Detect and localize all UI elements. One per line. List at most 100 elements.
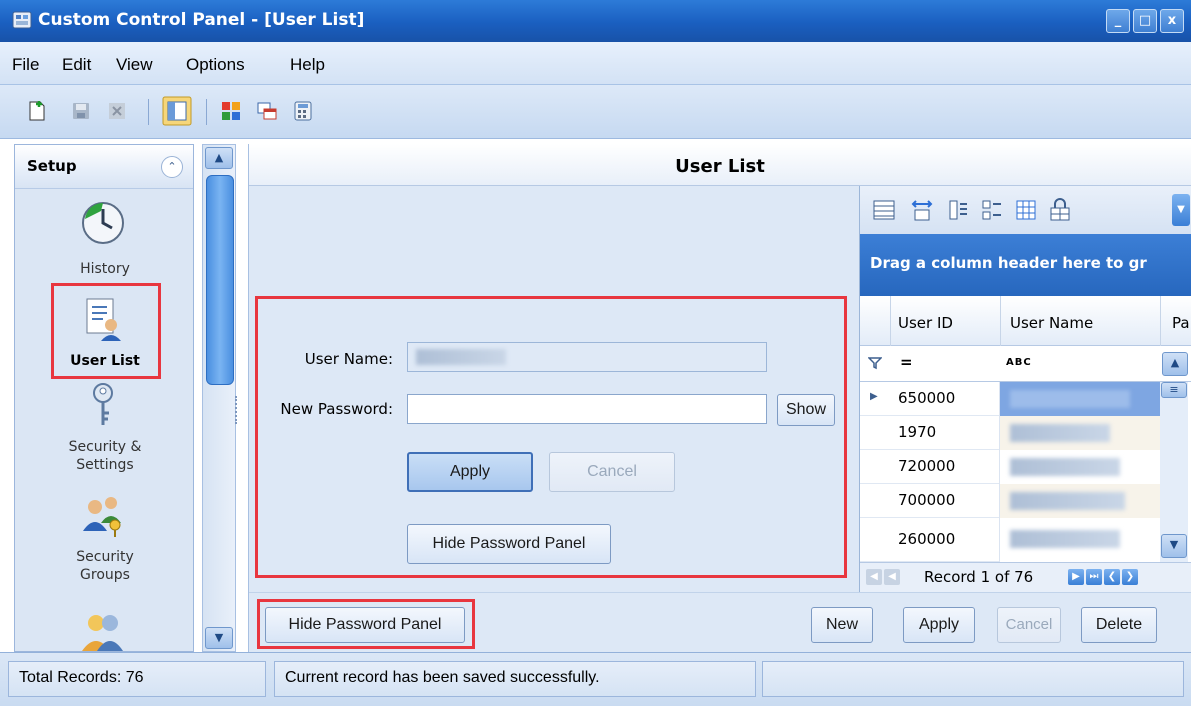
new-button[interactable]: New <box>811 607 873 643</box>
table-icon[interactable] <box>1014 198 1038 222</box>
main-panel: User List User Name: New Password: Show … <box>235 144 1191 652</box>
total-records-status: Total Records: 76 <box>8 661 266 697</box>
column-header-user-name[interactable]: User Name <box>1010 314 1093 332</box>
calculator-icon[interactable] <box>292 100 314 122</box>
last-record-icon[interactable]: ⏭ <box>1086 569 1102 585</box>
redacted-user-name <box>1010 492 1125 510</box>
nav-header: Setup ⌃ <box>15 145 193 189</box>
hide-password-panel-inner-button[interactable]: Hide Password Panel <box>407 524 611 564</box>
table-row[interactable]: 1970 <box>860 416 1160 450</box>
hide-password-panel-button[interactable]: Hide Password Panel <box>265 607 465 643</box>
scroll-left-icon[interactable]: ❮ <box>1104 569 1120 585</box>
abc-icon: ABC <box>1006 357 1032 368</box>
grid-view-icon[interactable] <box>872 198 896 222</box>
window-title: Custom Control Panel - [User List] <box>38 10 365 30</box>
cell-user-name <box>1000 416 1160 450</box>
apply-button[interactable]: Apply <box>903 607 975 643</box>
toolbar <box>0 85 1191 139</box>
toolbar-separator <box>148 99 149 125</box>
extra-status <box>762 661 1184 697</box>
collapse-icon[interactable]: ⌃ <box>161 156 183 178</box>
users-icon <box>82 615 123 651</box>
cell-user-id: 260000 <box>890 518 1000 562</box>
grid-scroll-up-icon[interactable]: ▲ <box>1162 352 1188 376</box>
group-by-hint: Drag a column header here to gr <box>870 254 1147 272</box>
header-divider <box>890 296 891 346</box>
filter-icon[interactable] <box>868 356 882 370</box>
filter-equals-operator[interactable]: = <box>900 353 913 371</box>
users-key-icon <box>83 497 121 537</box>
menu-help[interactable]: Help <box>290 55 325 75</box>
windows-icon[interactable] <box>256 100 278 122</box>
column-header-user-id[interactable]: User ID <box>898 314 953 332</box>
cancel-button[interactable]: Cancel <box>997 607 1061 643</box>
key-icon <box>93 383 113 425</box>
cell-user-id: 700000 <box>890 484 1000 518</box>
main-title-bar: User List <box>249 144 1191 186</box>
lock-columns-icon[interactable] <box>1048 198 1072 222</box>
toolbar-overflow-icon[interactable]: ▼ <box>1172 194 1190 226</box>
nav-scrollbar[interactable]: ▲ ▼ <box>202 144 236 652</box>
redacted-user-name <box>416 349 506 365</box>
column-width-icon[interactable] <box>910 198 934 222</box>
group-icon[interactable] <box>946 198 970 222</box>
grid-toolbar: ▼ <box>860 186 1191 234</box>
grid-scrollbar[interactable]: ≡ ▼ <box>1160 382 1188 562</box>
user-grid: ▼ Drag a column header here to gr User I… <box>859 186 1191 592</box>
next-record-icon[interactable]: ▶ <box>1068 569 1084 585</box>
header-divider <box>1000 296 1001 346</box>
nav-item-history[interactable]: History <box>15 195 193 287</box>
new-password-input[interactable] <box>407 394 767 424</box>
redacted-user-name <box>1010 424 1110 442</box>
new-icon[interactable] <box>26 100 48 122</box>
splitter-grip[interactable] <box>235 396 239 424</box>
show-password-button[interactable]: Show <box>777 394 835 426</box>
row-indicator-icon: ▶ <box>870 391 878 402</box>
scroll-down-icon[interactable]: ▼ <box>205 627 233 649</box>
table-row[interactable]: ▶ 650000 <box>860 382 1160 416</box>
header-divider <box>1160 296 1161 346</box>
record-counter: Record 1 of 76 <box>924 568 1034 586</box>
menu-edit[interactable]: Edit <box>62 55 91 75</box>
group-by-panel[interactable]: Drag a column header here to gr <box>860 234 1191 296</box>
delete-button[interactable]: Delete <box>1081 607 1157 643</box>
nav-label-security-groups-2: Groups <box>80 567 130 583</box>
delete-icon[interactable] <box>106 100 128 122</box>
table-row[interactable]: 260000 <box>860 518 1160 562</box>
minimize-button[interactable]: _ <box>1106 9 1130 33</box>
cell-user-name <box>1000 450 1160 484</box>
grid-scroll-down-icon[interactable]: ▼ <box>1161 534 1187 558</box>
maximize-button[interactable]: □ <box>1133 9 1157 33</box>
color-grid-icon[interactable] <box>220 100 242 122</box>
nav-label-security-groups-1: Security <box>76 549 134 565</box>
first-record-icon[interactable]: ◀ <box>866 569 882 585</box>
status-bar: Total Records: 76 Current record has bee… <box>0 652 1191 706</box>
nav-item-security-settings[interactable]: Security & Settings <box>15 379 193 483</box>
cancel-password-button[interactable]: Cancel <box>549 452 675 492</box>
filter-text-operator[interactable]: ABC <box>1006 357 1032 368</box>
column-header-password[interactable]: Pa <box>1172 314 1190 332</box>
prev-record-icon[interactable]: ◀ <box>884 569 900 585</box>
table-row[interactable]: 720000 <box>860 450 1160 484</box>
grid-scroll-thumb[interactable]: ≡ <box>1161 382 1187 398</box>
menu-view[interactable]: View <box>116 55 153 75</box>
menu-options[interactable]: Options <box>186 55 245 75</box>
nav-item-security-groups[interactable]: Security Groups <box>15 491 193 601</box>
redacted-user-name <box>1010 530 1120 548</box>
table-row[interactable]: 700000 <box>860 484 1160 518</box>
expand-collapse-icon[interactable] <box>980 198 1004 222</box>
save-icon[interactable] <box>70 100 92 122</box>
cell-user-id: 1970 <box>890 416 1000 450</box>
scroll-thumb[interactable] <box>206 175 234 385</box>
scroll-up-icon[interactable]: ▲ <box>205 147 233 169</box>
nav-label-security-settings-2: Settings <box>76 457 134 473</box>
close-button[interactable]: x <box>1160 9 1184 33</box>
apply-password-button[interactable]: Apply <box>407 452 533 492</box>
scroll-right-icon[interactable]: ❯ <box>1122 569 1138 585</box>
title-bar: Custom Control Panel - [User List] _ □ x <box>0 0 1191 42</box>
layout-icon[interactable] <box>162 96 192 126</box>
menu-file[interactable]: File <box>12 55 39 75</box>
toolbar-separator <box>206 99 207 125</box>
password-panel-area: User Name: New Password: Show Apply Canc… <box>235 186 854 592</box>
cell-user-name <box>1000 382 1160 416</box>
